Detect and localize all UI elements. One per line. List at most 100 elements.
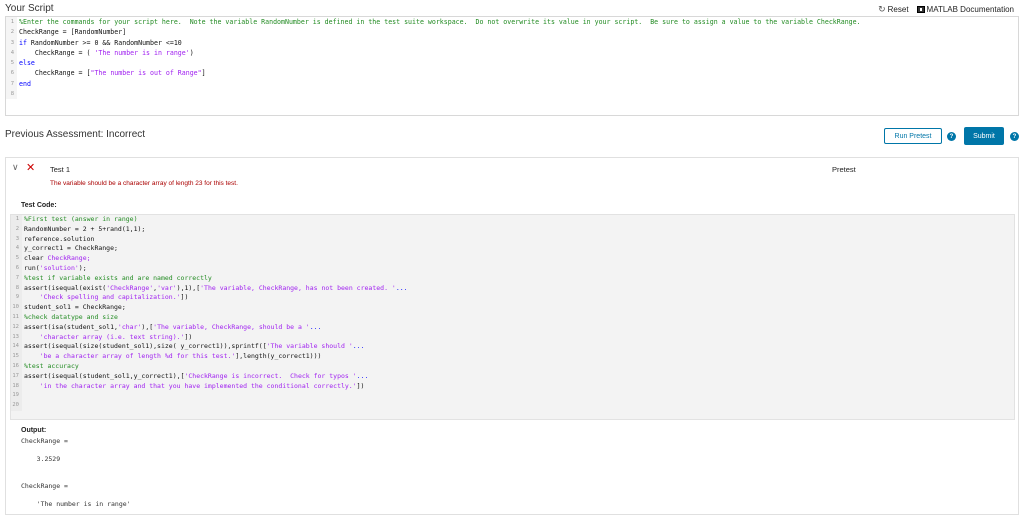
test-code-line: 4 y_correct1 = CheckRange; [11,244,1014,255]
collapse-chevron-icon[interactable]: ∨ [12,162,19,173]
code-text: %check datatype and size [22,313,118,323]
code-text: assert(isequal(size(student_sol1),size( … [22,342,364,352]
test-code-line: 18 'in the character array and that you … [11,381,1014,392]
code-token: CheckRange = ( [19,48,95,57]
line-number: 16 [11,361,22,372]
test-code-line: 7 %test if variable exists and are named … [11,273,1014,284]
test-code-line: 15 'be a character array of length %d fo… [11,352,1014,362]
code-token: 'The variable, CheckRange, has not been … [200,283,396,292]
code-token: %check datatype and size [24,312,118,321]
script-line: 5 else [6,58,1018,69]
code-token: y_correct1 = CheckRange; [24,244,118,253]
line-number: 19 [11,391,22,402]
code-token: RandomNumber >= 0 && RandomNumber <=10 [26,38,182,47]
code-text: run('solution'); [22,264,87,274]
matlab-documentation-link[interactable]: MATLAB Documentation [916,5,1014,14]
code-text: RandomNumber = 2 + 5+rand(1,1); [22,225,145,235]
reset-button[interactable]: ↻ Reset [878,4,908,15]
code-token: clear [24,254,48,263]
line-number: 3 [11,234,22,245]
test-code-line: 14 assert(isequal(size(student_sol1),size… [11,342,1014,353]
code-token: ); [78,263,87,272]
code-token: run( [24,263,40,272]
test-code-line: 11 %check datatype and size [11,312,1014,323]
line-number: 6 [11,263,22,274]
script-line: 7 end [6,78,1018,90]
code-text: if RandomNumber >= 0 && RandomNumber <=1… [17,38,182,48]
code-text: student_sol1 = CheckRange; [22,303,126,313]
line-number: 15 [11,352,22,362]
test-code-label: Test Code: [21,202,57,209]
test-code-line: 9 'Check spelling and capitalization.']) [11,293,1014,304]
line-number: 10 [11,303,22,313]
test-code-line: 16 %test accuracy [11,361,1014,372]
code-token: 'Check spelling and capitalization.' [39,293,181,302]
test-code-line: 13 'character array (i.e. text string).'… [11,332,1014,343]
test-code-line: 2 RandomNumber = 2 + 5+rand(1,1); [11,224,1014,235]
submit-button[interactable]: Submit [964,127,1004,145]
test-title: Test 1 [50,165,71,174]
code-text: %Enter the commands for your script here… [17,17,861,27]
code-text: y_correct1 = CheckRange; [22,244,118,254]
test-code-line: 20 [11,401,1014,411]
test-code-line: 1 %First test (answer in range) [11,215,1014,225]
line-number: 3 [6,37,17,48]
code-text: 'Check spelling and capitalization.']) [22,293,189,303]
code-token: ),1),[ [176,283,201,292]
documentation-label: MATLAB Documentation [926,5,1014,14]
code-token: ) [189,48,194,57]
code-text: assert(isequal(student_sol1,y_correct1),… [22,372,368,382]
code-token: ] [201,69,206,78]
code-token: %test accuracy [24,361,79,370]
line-number: 1 [11,215,22,225]
code-text: 'be a character array of length %d for t… [22,352,322,362]
code-text: CheckRange = ( 'The number is in range') [17,48,194,58]
script-editor[interactable]: 1 %Enter the commands for your script her… [5,16,1019,116]
line-number: 7 [6,78,17,90]
code-token: if [19,38,27,47]
run-pretest-button[interactable]: Run Pretest [884,128,942,144]
run-pretest-help-icon[interactable]: ? [947,132,956,141]
code-token: ... [352,342,365,351]
code-token: 'character array (i.e. text string).' [39,332,185,341]
code-text: %First test (answer in range) [22,215,138,225]
test-code-line: 17 assert(isequal(student_sol1,y_correct1… [11,371,1014,382]
line-number: 5 [6,58,17,69]
code-token: student_sol1 = CheckRange; [24,303,126,312]
line-number: 18 [11,381,22,392]
code-text: assert(isequal(exist('CheckRange','var')… [22,284,408,294]
line-number: 8 [6,89,17,100]
code-token: CheckRange = [RandomNumber] [19,28,127,37]
script-line: 1 %Enter the commands for your script her… [6,17,1018,28]
test-type-label: Pretest [832,165,856,174]
code-token: CheckRange; [47,254,91,263]
line-number: 2 [11,224,22,235]
script-line: 4 CheckRange = ( 'The number is in range… [6,47,1018,59]
test-code-line: 5 clear CheckRange; [11,254,1014,264]
code-token: ),[ [141,322,154,331]
code-token: 'CheckRange is incorrect. Check for typo… [184,371,357,380]
code-text: reference.solution [22,235,94,245]
code-token: RandomNumber = 2 + 5+rand(1,1); [24,224,146,233]
test-code-line: 8 assert(isequal(exist('CheckRange','var'… [11,283,1014,294]
assessment-status: Previous Assessment: Incorrect [5,129,146,140]
output-text: CheckRange = 3.2529 CheckRange = 'The nu… [21,437,131,508]
code-token: ... [309,322,322,331]
line-number: 12 [11,322,22,333]
code-token: 'solution' [39,263,79,272]
code-token: assert(isa(student_sol1, [24,322,118,331]
code-token: CheckRange = [ [19,69,91,78]
code-token: reference.solution [24,234,95,243]
code-token: assert(isequal(exist( [24,283,107,292]
code-text: else [17,58,35,68]
line-number: 5 [11,254,22,264]
submit-help-icon[interactable]: ? [1010,132,1019,141]
script-title: Your Script [5,3,54,14]
line-number: 4 [6,47,17,59]
test-result-panel: ∨ ✕ Test 1 Pretest The variable should b… [5,157,1019,515]
code-text: 'character array (i.e. text string).']) [22,332,193,343]
code-token: ]) [356,381,365,390]
